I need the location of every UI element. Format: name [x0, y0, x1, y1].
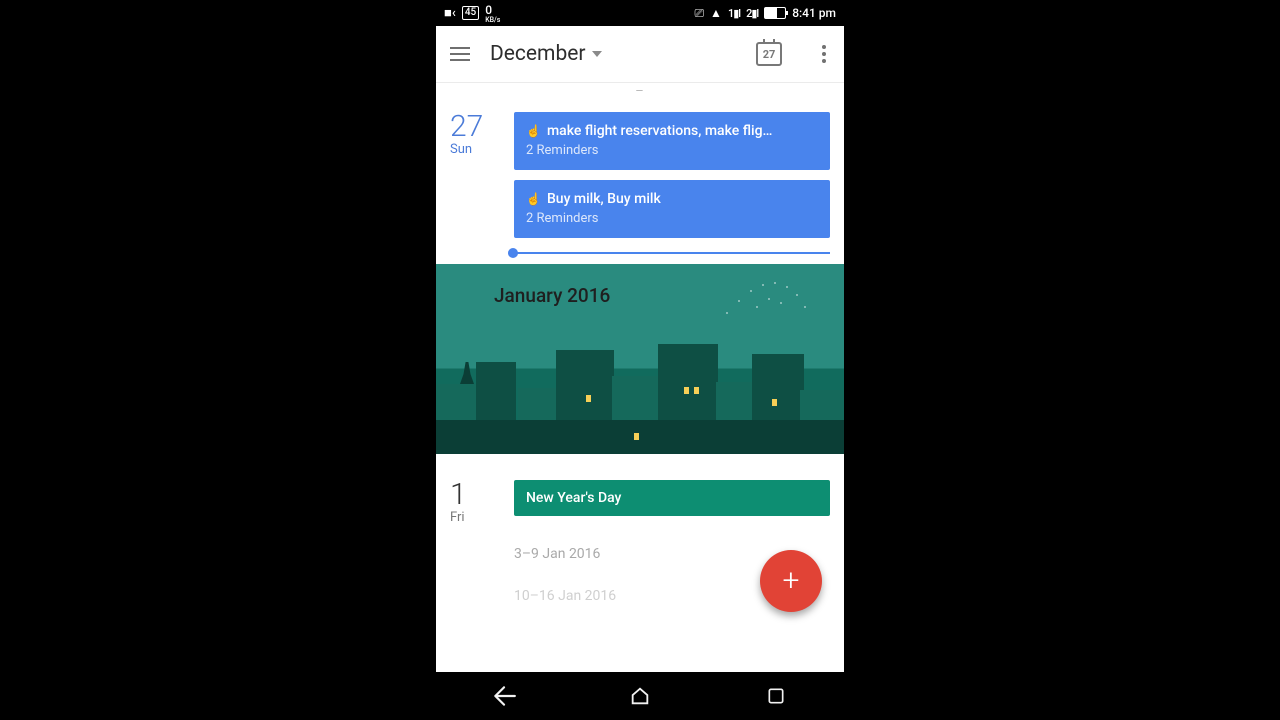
nav-recent-button[interactable]	[756, 676, 796, 716]
reminder-icon: ☝	[526, 190, 541, 208]
jump-to-today-button[interactable]: 27	[754, 39, 784, 69]
day-name: Fri	[450, 510, 500, 525]
today-date-number: 27	[763, 48, 776, 61]
month-header-illustration: January 2016	[436, 264, 844, 454]
holiday-event-card[interactable]: New Year's Day	[514, 480, 830, 516]
truncated-previous-range: –	[436, 82, 844, 102]
event-cards: ☝ make flight reservations, make flig… 2 …	[514, 112, 830, 254]
create-event-fab[interactable]: +	[760, 550, 822, 612]
day-block-dec-27: 27 Sun ☝ make flight reservations, make f…	[436, 102, 844, 258]
reminder-title: Buy milk, Buy milk	[547, 190, 661, 208]
month-dropdown[interactable]: December	[490, 42, 736, 66]
sim2-signal-icon: 2▮l	[746, 7, 758, 20]
city-skyline-icon	[436, 334, 844, 454]
net-speed-value: 0	[485, 3, 492, 17]
person-on-roof-icon	[460, 362, 474, 384]
current-time-indicator	[514, 252, 830, 254]
reminder-title: make flight reservations, make flig…	[547, 122, 772, 140]
day-number: 27	[450, 112, 500, 142]
overflow-menu-icon[interactable]	[814, 45, 834, 63]
reminder-card[interactable]: ☝ Buy milk, Buy milk 2 Reminders	[514, 180, 830, 238]
caret-down-icon	[592, 51, 602, 57]
camera-icon: ■‹	[444, 5, 456, 21]
reminder-subtitle: 2 Reminders	[526, 142, 818, 160]
day-number: 1	[450, 480, 500, 510]
status-clock: 8:41 pm	[792, 6, 836, 20]
net-speed: 0 KB/s	[485, 3, 500, 24]
cast-icon: ⎚	[694, 6, 704, 21]
date-column: 27 Sun	[450, 112, 500, 254]
battery-icon	[764, 7, 786, 19]
nav-home-button[interactable]	[620, 676, 660, 716]
android-status-bar: ■‹ 45 0 KB/s ⎚ ▲ 1▮l 2▮l 8:41 pm	[436, 0, 844, 26]
reminder-icon: ☝	[526, 122, 541, 140]
fireworks-icon	[716, 272, 816, 342]
event-title: New Year's Day	[526, 490, 621, 506]
date-column: 1 Fri	[450, 480, 500, 616]
nav-back-button[interactable]	[484, 676, 524, 716]
status-left-cluster: ■‹ 45 0 KB/s	[444, 3, 500, 24]
reminder-subtitle: 2 Reminders	[526, 210, 818, 228]
sim1-signal-icon: 1▮l	[728, 7, 740, 20]
wifi-icon: ▲	[710, 6, 722, 20]
battery-badge: 45	[462, 6, 479, 20]
android-nav-bar	[436, 672, 844, 720]
menu-icon[interactable]	[448, 42, 472, 66]
phone-frame: ■‹ 45 0 KB/s ⎚ ▲ 1▮l 2▮l 8:41 pm Decembe…	[436, 0, 844, 720]
section-gap	[436, 454, 844, 476]
calendar-app-bar: December 27	[436, 26, 844, 82]
agenda-scroll[interactable]: – 27 Sun ☝ make flight reservations, make…	[436, 82, 844, 672]
plus-icon: +	[783, 566, 800, 596]
day-name: Sun	[450, 142, 500, 157]
month-hero-label: January 2016	[494, 284, 610, 307]
reminder-card[interactable]: ☝ make flight reservations, make flig… 2 …	[514, 112, 830, 170]
status-right-cluster: ⎚ ▲ 1▮l 2▮l 8:41 pm	[694, 6, 836, 21]
month-label: December	[490, 42, 586, 66]
net-speed-unit: KB/s	[485, 17, 500, 24]
